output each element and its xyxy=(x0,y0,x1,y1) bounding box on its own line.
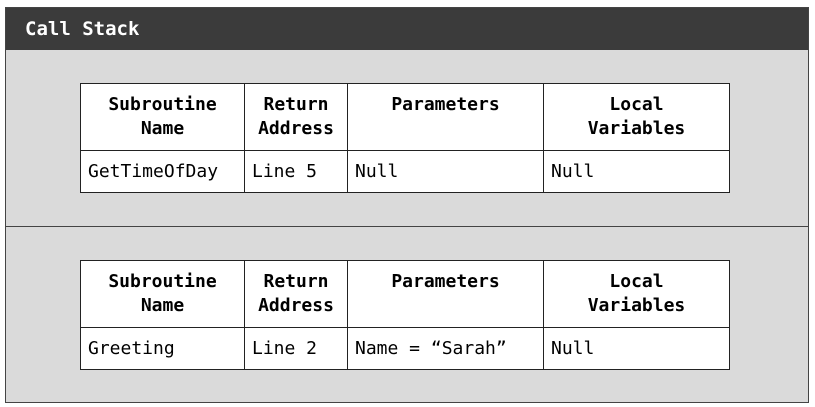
call-stack-panel: Call Stack Subroutine Name Return Address … xyxy=(5,7,809,403)
header-return-address: Return Address xyxy=(244,83,348,151)
header-parameters: Parameters xyxy=(347,83,544,151)
header-parameters: Parameters xyxy=(347,260,544,328)
table-row: Greeting Line 2 Name = “Sarah” Null xyxy=(80,327,730,370)
panel-title: Call Stack xyxy=(6,8,808,50)
stack-frame-bottom: Subroutine Name Return Address Parameters … xyxy=(6,227,808,402)
stack-frame-table: Subroutine Name Return Address Parameters … xyxy=(80,83,730,193)
header-subroutine-name: Subroutine Name xyxy=(80,260,245,328)
table-row: GetTimeOfDay Line 5 Null Null xyxy=(80,150,730,193)
cell-parameters: Name = “Sarah” xyxy=(347,327,544,370)
cell-parameters: Null xyxy=(347,150,544,193)
cell-subroutine-name: Greeting xyxy=(80,327,245,370)
stack-frame-top: Subroutine Name Return Address Parameters … xyxy=(6,50,808,227)
header-local-variables: Local Variables xyxy=(543,83,730,151)
header-row: Subroutine Name Return Address Parameters … xyxy=(80,260,730,328)
header-subroutine-name: Subroutine Name xyxy=(80,83,245,151)
cell-local-variables: Null xyxy=(543,150,730,193)
stack-frame-table: Subroutine Name Return Address Parameters … xyxy=(80,260,730,370)
cell-subroutine-name: GetTimeOfDay xyxy=(80,150,245,193)
cell-local-variables: Null xyxy=(543,327,730,370)
header-return-address: Return Address xyxy=(244,260,348,328)
cell-return-address: Line 5 xyxy=(244,150,348,193)
header-row: Subroutine Name Return Address Parameters … xyxy=(80,83,730,151)
cell-return-address: Line 2 xyxy=(244,327,348,370)
header-local-variables: Local Variables xyxy=(543,260,730,328)
